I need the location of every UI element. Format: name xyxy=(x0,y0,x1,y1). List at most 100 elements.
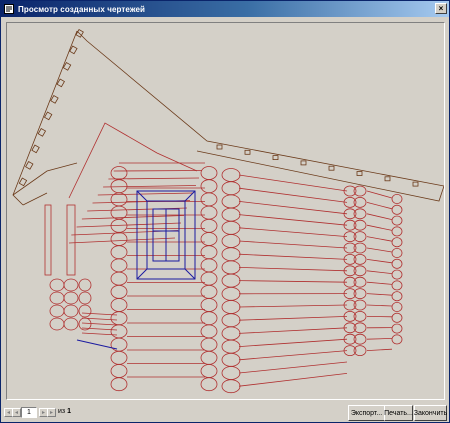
last-page-button[interactable]: ▸ xyxy=(47,408,56,417)
log-end xyxy=(200,271,218,286)
log-end xyxy=(78,304,92,318)
log-end xyxy=(63,291,79,305)
gable-log xyxy=(97,192,194,196)
side-log xyxy=(366,270,393,274)
log-end xyxy=(110,179,128,194)
roof-batten xyxy=(25,160,34,170)
log-end xyxy=(391,237,403,248)
log-end xyxy=(110,271,128,286)
side-log xyxy=(366,259,393,264)
print-button[interactable]: Печать... xyxy=(384,405,413,421)
house-drawing xyxy=(12,28,444,394)
gable-log xyxy=(76,222,182,228)
gable-log xyxy=(108,177,200,180)
total-pages: 1 xyxy=(67,408,71,415)
log-end xyxy=(221,194,241,209)
log-end xyxy=(200,192,218,207)
side-log xyxy=(366,304,393,307)
side-log xyxy=(238,350,348,361)
log-end xyxy=(221,352,241,367)
log-end xyxy=(200,218,218,233)
log-end xyxy=(391,323,403,334)
roof-overhang xyxy=(22,192,48,206)
side-log xyxy=(238,373,348,387)
log-end xyxy=(110,298,128,312)
porch-step xyxy=(81,312,118,316)
log-end xyxy=(110,311,128,326)
log-end xyxy=(391,215,403,226)
log-end xyxy=(391,247,403,258)
roof-batten xyxy=(356,171,363,176)
side-log xyxy=(366,236,393,242)
log-end xyxy=(110,364,128,378)
porch-post xyxy=(44,204,52,276)
roof-batten xyxy=(37,127,47,137)
export-button[interactable]: Экспорт... xyxy=(348,405,385,421)
roof-batten xyxy=(43,111,53,121)
log-end xyxy=(110,245,128,260)
log-end xyxy=(49,278,65,292)
roof-batten xyxy=(384,176,391,182)
porch-post xyxy=(66,204,76,276)
log-end xyxy=(110,284,128,299)
log-end xyxy=(200,324,218,339)
porch-step xyxy=(81,317,118,321)
log-end xyxy=(391,269,403,280)
window-bevel xyxy=(136,268,148,280)
log-end xyxy=(391,334,403,345)
side-log xyxy=(238,316,348,321)
log-end xyxy=(221,366,241,380)
next-page-icon: ▸ xyxy=(41,409,45,416)
side-log xyxy=(238,338,348,347)
prev-page-icon: ◂ xyxy=(14,409,18,416)
side-log xyxy=(366,293,393,296)
log-end xyxy=(221,286,241,301)
gable-log xyxy=(81,215,185,220)
log-end xyxy=(221,300,241,314)
log-end xyxy=(391,301,403,312)
roof-batten xyxy=(412,181,419,187)
prev-page-button[interactable]: ◂ xyxy=(12,408,21,417)
log-end xyxy=(391,258,403,269)
window-bevel xyxy=(184,190,196,202)
page-number-input[interactable] xyxy=(21,407,37,418)
drawing-viewport[interactable] xyxy=(6,22,445,400)
log-end xyxy=(221,313,241,328)
log-end xyxy=(391,204,403,215)
log-end xyxy=(391,312,403,323)
side-log xyxy=(238,201,348,215)
log-end xyxy=(391,193,403,204)
close-button[interactable]: × xyxy=(435,3,447,14)
log-end xyxy=(110,350,128,365)
log-end xyxy=(200,364,218,378)
title-bar[interactable]: Просмотр созданных чертежей × xyxy=(1,1,449,17)
log-end xyxy=(200,179,218,194)
log-end xyxy=(221,260,241,275)
log-end xyxy=(110,258,128,273)
roof-batten xyxy=(272,155,279,161)
log-end xyxy=(49,317,65,331)
roof-batten xyxy=(300,160,307,166)
log-end xyxy=(221,234,241,248)
side-log xyxy=(238,253,348,260)
side-log xyxy=(366,338,393,340)
log-end xyxy=(221,273,241,288)
log-end xyxy=(200,258,218,273)
status-bar: ◂ ◂ ▸ ▸ из 1 Экспорт... Печать... Законч… xyxy=(1,402,449,422)
roof-batten xyxy=(328,165,335,171)
log-end xyxy=(110,232,128,246)
finish-button[interactable]: Закончить xyxy=(414,405,447,421)
log-end xyxy=(63,278,79,292)
roof-batten xyxy=(216,144,223,150)
log-end xyxy=(221,220,241,235)
side-log xyxy=(238,187,348,203)
side-log xyxy=(366,202,393,210)
window-bevel xyxy=(136,190,148,202)
gable-log xyxy=(113,170,203,172)
roof xyxy=(12,28,444,206)
side-log xyxy=(366,247,393,253)
side-log xyxy=(238,361,348,374)
log-end xyxy=(200,205,218,220)
roof-batten xyxy=(50,94,59,104)
roof-eave xyxy=(12,162,78,196)
